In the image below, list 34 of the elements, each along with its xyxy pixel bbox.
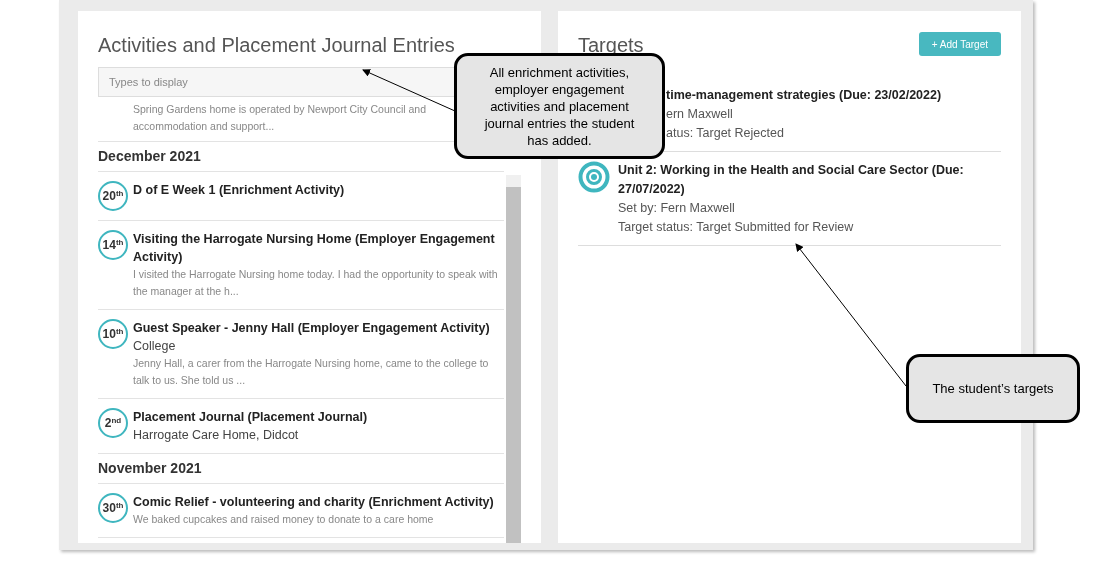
target-setter: Set by: Fern Maxwell	[618, 200, 736, 217]
callout-tooltip: The student’s targets	[906, 354, 1080, 423]
journal-entry[interactable]: 30$^{th}$ Comic Relief - volunteering and charity (Enrichment Activity) We baked cupcakes and raised money to donate to a care home	[98, 484, 504, 538]
day-badge: 2$^{nd}$	[98, 408, 128, 438]
entry-excerpt-line: Spring Gardens home is operated by Newport City Council and	[133, 102, 426, 117]
journal-entry[interactable]: 14$^{th}$ Visiting the Harrogate Nursing Home (Employer Engagement Activity) I visited the Harrogate Nursing home today. I had the opportunity to speak with the manager at the h...	[98, 221, 504, 310]
entry-excerpt: We baked cupcakes and raised money to donate to a care home	[133, 512, 435, 527]
journal-entry[interactable]: 2$^{nd}$ Placement Journal (Placement Journal) Harrogate Care Home, Didcot	[98, 399, 504, 454]
journal-entry[interactable]: 20$^{th}$ D of E Week 1 (Enrichment Activity)	[98, 172, 504, 221]
target-icon	[578, 161, 610, 193]
target-setter: ern Maxwell	[666, 106, 734, 123]
day-badge: 10$^{th}$	[98, 319, 128, 349]
entry-title: Placement Journal (Placement Journal)	[133, 409, 368, 426]
entry-title: D of E Week 1 (Enrichment Activity)	[133, 182, 345, 199]
entry-title: Guest Speaker - Jenny Hall (Employer Engagement Activity)	[133, 320, 491, 337]
entry-title: Visiting the Harrogate Nursing Home (Employer Engagement Activity)	[133, 231, 496, 266]
month-heading: December 2021	[98, 147, 202, 166]
entry-location: College	[133, 338, 177, 355]
target-title: Unit 2: Working in the Health and Social Care Sector (Due: 27/07/2022)	[618, 162, 965, 198]
entry-excerpt-line: accommodation and support...	[133, 119, 275, 134]
day-badge: 20$^{th}$	[98, 181, 128, 211]
target-title: time-management strategies (Due: 23/02/2022)	[666, 87, 942, 104]
entry-excerpt: I visited the Harrogate Nursing home today. I had the opportunity to speak with the manager at the h...	[133, 267, 499, 299]
entry-location: Harrogate Care Home, Didcot	[133, 427, 300, 444]
entry-title: Comic Relief - volunteering and charity (Enrichment Activity)	[133, 494, 494, 511]
month-heading: November 2021	[98, 459, 203, 478]
journal-entry[interactable]: 10$^{th}$ Guest Speaker - Jenny Hall (Employer Engagement Activity) College Jenny Hall, a carer from the Harrogate Nursing home, came to the college to talk to us. She told us ...	[98, 310, 504, 399]
target-status: Target status: Target Submitted for Review	[618, 219, 855, 236]
callout-tooltip: All enrichment activities, employer engagement activities and placement journal entries the student has added.	[454, 53, 665, 159]
entry-excerpt: Jenny Hall, a carer from the Harrogate Nursing home, came to the college to talk to us. She told us ...	[133, 356, 490, 388]
panel-title: Activities and Placement Journal Entries	[98, 33, 456, 57]
day-badge: 30$^{th}$	[98, 493, 128, 523]
target-status: atus: Target Rejected	[666, 125, 785, 142]
day-badge: 14$^{th}$	[98, 230, 128, 260]
